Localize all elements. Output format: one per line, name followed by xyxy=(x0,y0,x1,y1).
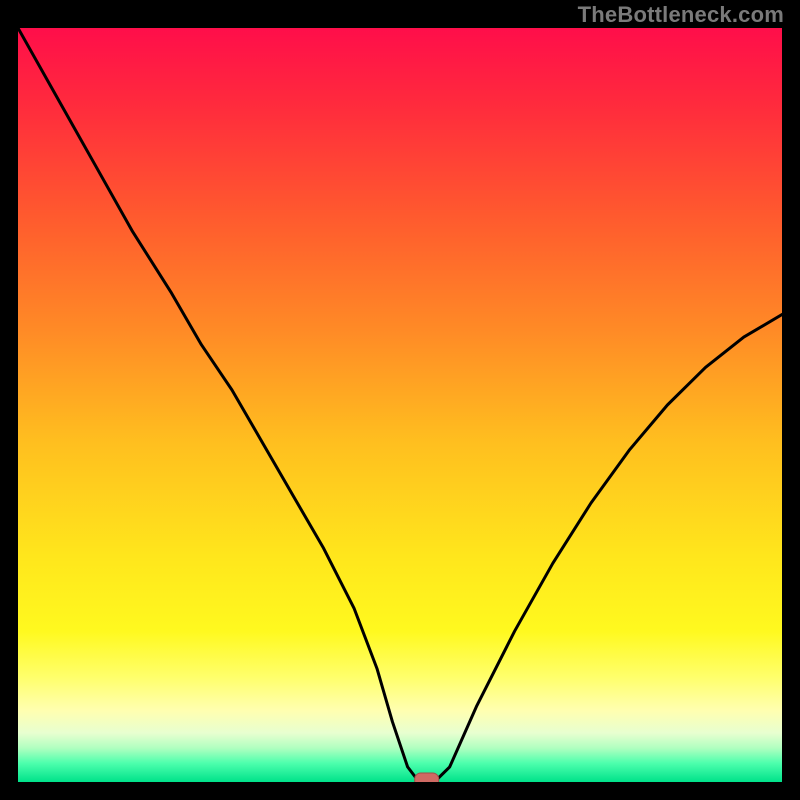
optimal-point-marker xyxy=(415,773,439,782)
chart-svg xyxy=(18,28,782,782)
chart-frame: TheBottleneck.com xyxy=(0,0,800,800)
bottleneck-chart xyxy=(18,28,782,782)
watermark-label: TheBottleneck.com xyxy=(578,2,784,28)
